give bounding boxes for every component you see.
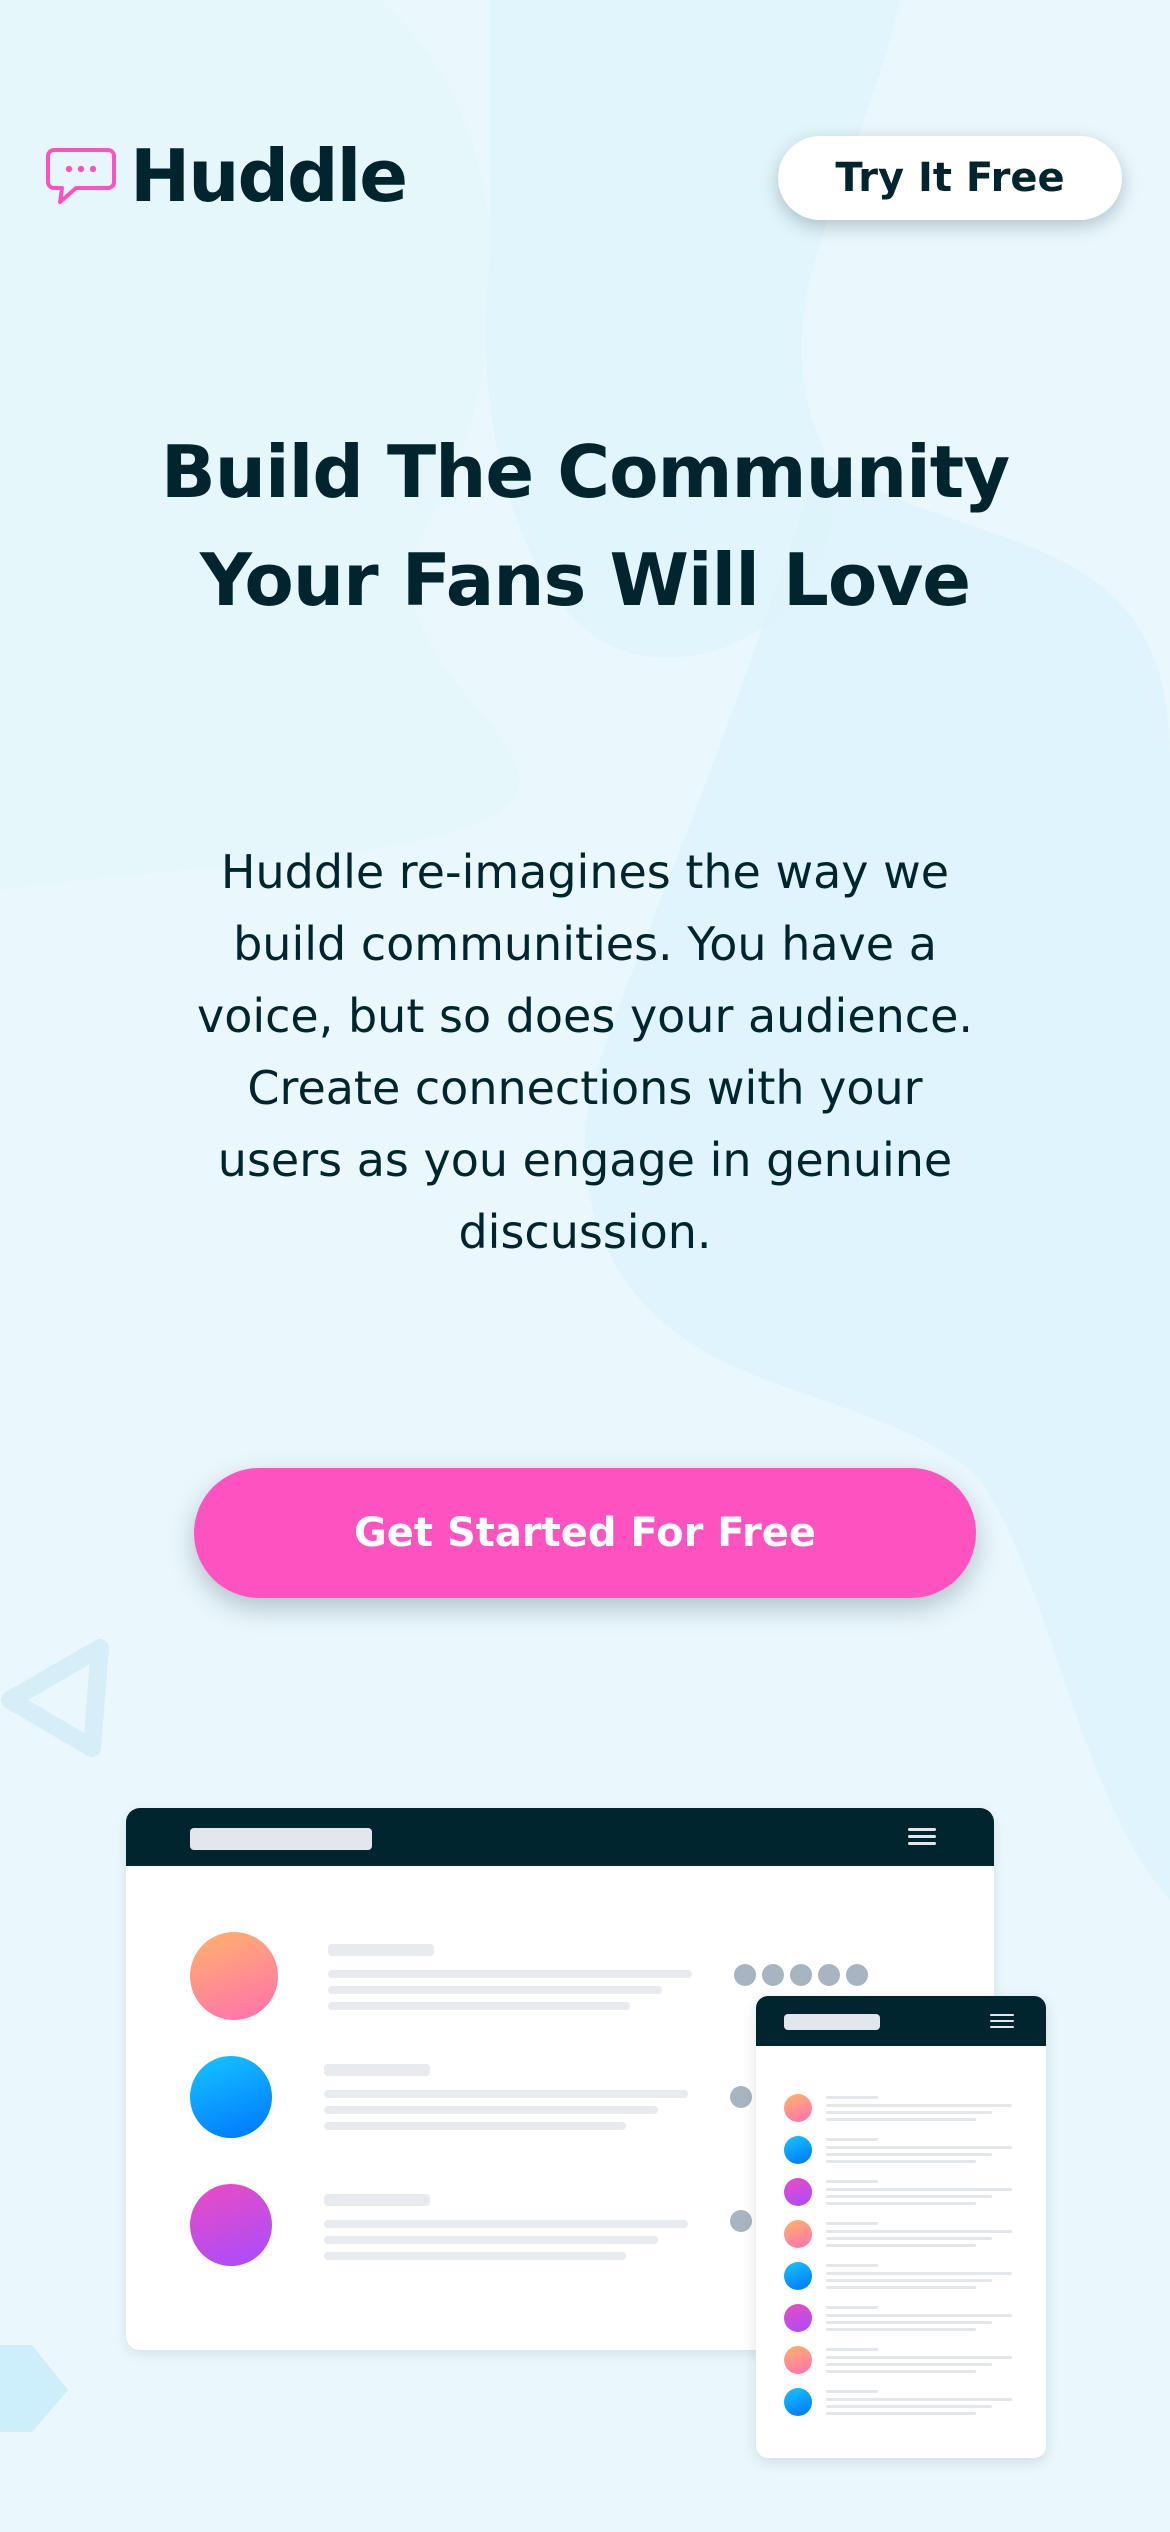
avatar	[784, 2346, 812, 2374]
text-placeholder	[324, 2090, 688, 2098]
avatar	[190, 1932, 278, 2020]
text-placeholder	[826, 2244, 976, 2247]
page-headline: Build The Community Your Fans Will Love	[100, 418, 1070, 634]
text-placeholder	[826, 2348, 878, 2351]
text-placeholder	[324, 2236, 658, 2244]
text-placeholder	[328, 1986, 662, 1994]
text-placeholder	[826, 2279, 992, 2282]
status-dot	[762, 1964, 784, 1986]
avatar	[190, 2184, 272, 2266]
text-placeholder	[324, 2252, 626, 2260]
mockup-title-placeholder	[190, 1828, 372, 1850]
hero-description: Huddle re-imagines the way we build comm…	[170, 836, 1000, 1268]
status-dot	[846, 1964, 868, 1986]
text-placeholder	[826, 2153, 992, 2156]
text-placeholder	[826, 2356, 1012, 2359]
status-dot	[730, 2210, 752, 2232]
text-placeholder	[826, 2118, 976, 2121]
status-dot	[730, 2086, 752, 2108]
avatar	[784, 2304, 812, 2332]
hamburger-menu-icon	[908, 1828, 936, 1846]
mockup-top-bar	[756, 1996, 1046, 2046]
avatar	[784, 2136, 812, 2164]
get-started-button[interactable]: Get Started For Free	[194, 1468, 976, 1598]
text-placeholder	[324, 2220, 688, 2228]
avatar	[784, 2220, 812, 2248]
text-placeholder	[826, 2390, 878, 2393]
text-placeholder	[328, 1970, 692, 1978]
description-line: discussion.	[458, 1205, 712, 1259]
text-placeholder	[826, 2321, 992, 2324]
avatar	[190, 2056, 272, 2138]
text-placeholder	[826, 2160, 976, 2163]
description-line: Huddle re-imagines the way we	[220, 845, 950, 899]
mockup-top-bar	[126, 1808, 994, 1866]
text-placeholder	[826, 2138, 878, 2141]
text-placeholder	[826, 2180, 878, 2183]
text-placeholder	[826, 2146, 1012, 2149]
text-placeholder	[826, 2264, 878, 2267]
text-placeholder	[826, 2188, 1012, 2191]
text-placeholder	[826, 2314, 1012, 2317]
speech-bubble-icon	[46, 148, 116, 204]
text-placeholder	[826, 2222, 878, 2225]
status-dot	[790, 1964, 812, 1986]
text-placeholder	[826, 2328, 976, 2331]
brand-name: Huddle	[130, 134, 408, 218]
text-placeholder	[826, 2111, 992, 2114]
text-placeholder	[826, 2272, 1012, 2275]
text-placeholder	[826, 2195, 992, 2198]
avatar	[784, 2262, 812, 2290]
description-line: build communities. You have a	[233, 917, 937, 971]
text-placeholder	[324, 2122, 626, 2130]
description-line: voice, but so does your audience.	[196, 989, 973, 1043]
hamburger-menu-icon	[990, 2014, 1014, 2030]
headline-line-2: Your Fans Will Love	[199, 538, 971, 622]
avatar	[784, 2094, 812, 2122]
text-placeholder	[826, 2405, 992, 2408]
text-placeholder	[328, 2002, 630, 2010]
text-placeholder	[324, 2106, 658, 2114]
text-placeholder	[826, 2363, 992, 2366]
text-placeholder	[826, 2237, 992, 2240]
text-placeholder	[826, 2398, 1012, 2401]
description-line: Create connections with your	[247, 1061, 923, 1115]
avatar	[784, 2388, 812, 2416]
text-placeholder	[826, 2286, 976, 2289]
status-dot	[734, 1964, 756, 1986]
text-placeholder	[826, 2096, 878, 2099]
text-placeholder	[826, 2104, 1012, 2107]
description-line: users as you engage in genuine	[217, 1133, 953, 1187]
text-placeholder	[826, 2306, 878, 2309]
status-dot	[818, 1964, 840, 1986]
avatar	[784, 2178, 812, 2206]
text-placeholder	[324, 2064, 430, 2076]
text-placeholder	[328, 1944, 434, 1956]
mobile-app-mockup	[756, 1996, 1046, 2458]
mockup-title-placeholder	[784, 2014, 880, 2030]
try-it-free-button[interactable]: Try It Free	[778, 136, 1122, 220]
text-placeholder	[324, 2194, 430, 2206]
headline-line-1: Build The Community	[160, 430, 1010, 514]
text-placeholder	[826, 2230, 1012, 2233]
brand-logo[interactable]: Huddle	[46, 134, 408, 218]
text-placeholder	[826, 2412, 976, 2415]
text-placeholder	[826, 2370, 976, 2373]
text-placeholder	[826, 2202, 976, 2205]
